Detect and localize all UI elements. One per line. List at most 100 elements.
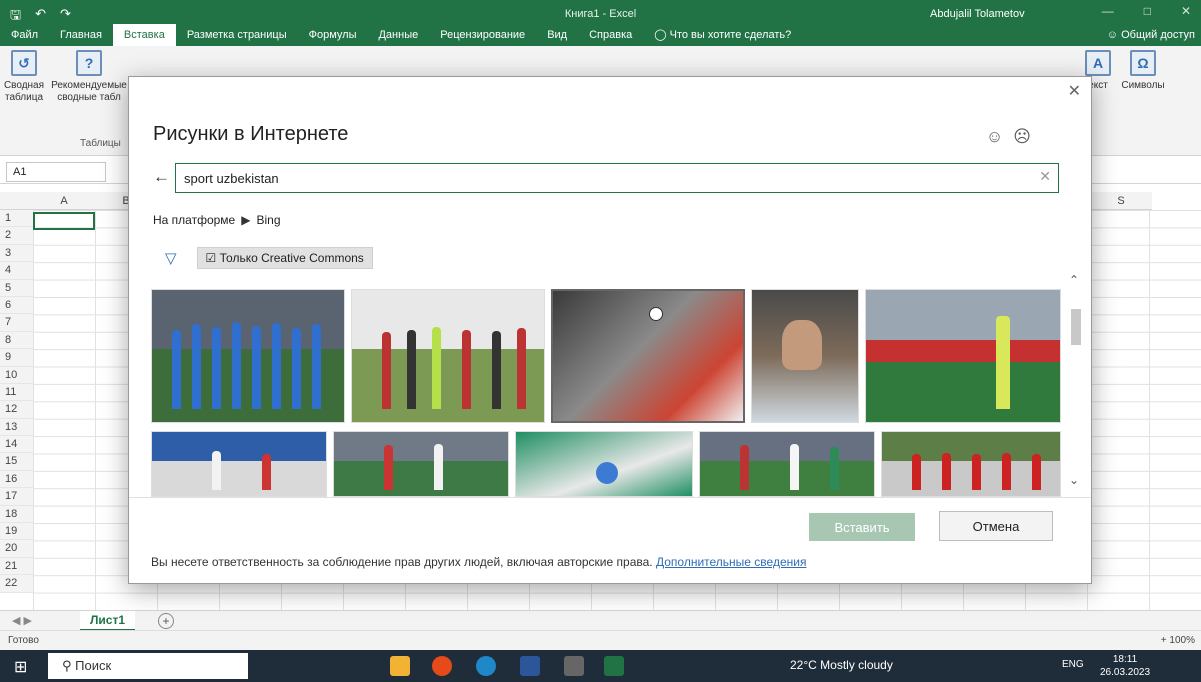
row-header[interactable]: 2 <box>0 227 33 245</box>
smile-icon[interactable]: ☺ <box>986 127 1003 147</box>
word-icon[interactable] <box>520 656 540 676</box>
back-arrow-icon[interactable]: ← <box>153 167 170 187</box>
row-header[interactable]: 5 <box>0 279 33 297</box>
row-header[interactable]: 6 <box>0 296 33 315</box>
online-pictures-dialog: ✕ Рисунки в Интернете ☺ ☹ ← ✕ На платфор… <box>128 76 1092 584</box>
share-button[interactable]: ☺ Общий доступ <box>1107 24 1195 46</box>
results-scrollbar[interactable]: ⌃ ⌄ <box>1069 273 1083 487</box>
tab-help[interactable]: Справка <box>578 24 643 46</box>
insert-button[interactable]: Вставить <box>809 513 915 541</box>
lightbulb-icon: ◯ <box>654 29 670 41</box>
taskbar-search[interactable]: ⚲ Поиск <box>48 653 248 679</box>
symbols-label: Символы <box>1121 80 1165 91</box>
tab-view[interactable]: Вид <box>536 24 578 46</box>
file-explorer-icon[interactable] <box>390 656 410 676</box>
edge-icon[interactable] <box>476 656 496 676</box>
tab-home[interactable]: Главная <box>49 24 113 46</box>
row-header[interactable]: 18 <box>0 505 33 524</box>
image-result-6[interactable] <box>151 431 327 497</box>
tab-formulas[interactable]: Формулы <box>298 24 368 46</box>
sheet-tab[interactable]: Лист1 <box>80 611 136 631</box>
row-header[interactable]: 17 <box>0 488 33 506</box>
row-header[interactable]: 13 <box>0 418 33 437</box>
image-result-5[interactable] <box>865 289 1061 423</box>
search-input[interactable] <box>175 163 1059 193</box>
selected-cell[interactable] <box>33 212 95 230</box>
row-header[interactable]: 11 <box>0 383 33 402</box>
user-name[interactable]: Abdujalil Tolametov <box>930 8 1025 20</box>
row-header[interactable]: 12 <box>0 401 33 419</box>
row-header[interactable]: 4 <box>0 262 33 280</box>
frown-icon[interactable]: ☹ <box>1013 127 1031 147</box>
row-header[interactable]: 8 <box>0 331 33 350</box>
scroll-thumb[interactable] <box>1071 309 1081 345</box>
row-header[interactable]: 14 <box>0 436 33 454</box>
row-header[interactable]: 19 <box>0 523 33 541</box>
row-header[interactable]: 9 <box>0 349 33 367</box>
image-result-3[interactable] <box>551 289 745 423</box>
pivot-table-button[interactable]: ↺ Сводная таблица <box>2 50 46 104</box>
row-header[interactable]: 22 <box>0 575 33 593</box>
image-result-4[interactable] <box>751 289 859 423</box>
image-result-7[interactable] <box>333 431 509 497</box>
recommended-pivot-button[interactable]: ? Рекомендуемые сводные табл <box>50 50 128 104</box>
copyright-notice: Вы несете ответственность за соблюдение … <box>151 555 806 569</box>
row-header[interactable]: 10 <box>0 366 33 384</box>
column-header-s[interactable]: S <box>1090 192 1152 210</box>
sheet-nav-icon[interactable]: ◀ ▶ <box>12 614 32 627</box>
clear-icon[interactable]: ✕ <box>1039 168 1051 185</box>
close-window-icon[interactable]: ✕ <box>1181 4 1191 18</box>
row-header[interactable]: 20 <box>0 540 33 558</box>
learn-more-link[interactable]: Дополнительные сведения <box>656 555 806 569</box>
image-result-10[interactable] <box>881 431 1061 497</box>
cc-filter-label: Только Creative Commons <box>219 251 364 265</box>
ribbon-group-caption: Таблицы <box>80 138 121 149</box>
symbols-button[interactable]: Ω Символы <box>1118 50 1168 92</box>
select-all-corner[interactable] <box>0 192 33 210</box>
tell-me-label: Что вы хотите сделать? <box>669 29 792 41</box>
pivot-table-label: Сводная таблица <box>3 80 45 103</box>
row-header[interactable]: 21 <box>0 557 33 576</box>
bing-logo-icon: ▶ <box>241 213 251 227</box>
image-result-2[interactable] <box>351 289 545 423</box>
zoom-level[interactable]: + 100% <box>1161 635 1195 646</box>
minimize-icon[interactable]: — <box>1102 4 1114 18</box>
close-icon[interactable]: ✕ <box>1068 81 1081 101</box>
filter-icon[interactable]: ▽ <box>165 249 177 267</box>
language-indicator[interactable]: ENG <box>1062 659 1084 670</box>
column-header-a[interactable]: A <box>33 192 95 210</box>
windows-start-icon[interactable]: ⊞ <box>14 657 27 677</box>
row-header[interactable]: 15 <box>0 453 33 471</box>
app-icon[interactable] <box>564 656 584 676</box>
maximize-icon[interactable]: □ <box>1144 4 1151 18</box>
creative-commons-filter[interactable]: ☑ Только Creative Commons <box>196 247 373 269</box>
status-bar: Готово + 100% <box>0 630 1201 650</box>
tab-file[interactable]: Файл <box>0 24 49 46</box>
clock-time: 18:11 <box>1112 654 1138 665</box>
tell-me-search[interactable]: ◯ Что вы хотите сделать? <box>643 24 802 46</box>
name-box[interactable]: A1 <box>6 162 106 182</box>
pivot-table-icon: ↺ <box>11 50 37 76</box>
chevron-down-icon[interactable]: ⌄ <box>1069 473 1079 487</box>
cancel-button[interactable]: Отмена <box>939 511 1053 541</box>
chevron-up-icon[interactable]: ⌃ <box>1069 273 1079 287</box>
clock[interactable]: 18:11 26.03.2023 <box>1100 653 1150 679</box>
row-header[interactable]: 7 <box>0 314 33 332</box>
tab-insert[interactable]: Вставка <box>112 24 176 46</box>
row-header[interactable]: 16 <box>0 470 33 489</box>
excel-icon[interactable] <box>604 656 624 676</box>
copyright-text: Вы несете ответственность за соблюдение … <box>151 555 653 569</box>
row-header[interactable]: 3 <box>0 244 33 263</box>
image-result-8[interactable] <box>515 431 693 497</box>
chrome-icon[interactable] <box>432 656 452 676</box>
search-row: ← ✕ <box>153 163 1059 193</box>
row-header[interactable]: 1 <box>0 210 33 228</box>
tab-data[interactable]: Данные <box>367 24 429 46</box>
tab-page-layout[interactable]: Разметка страницы <box>176 24 298 46</box>
platform-line: На платформе ▶ Bing <box>153 213 281 227</box>
image-result-1[interactable] <box>151 289 345 423</box>
tab-review[interactable]: Рецензирование <box>429 24 536 46</box>
image-result-9[interactable] <box>699 431 875 497</box>
add-sheet-icon[interactable]: + <box>158 613 174 629</box>
weather-widget[interactable]: 22°C Mostly cloudy <box>790 658 893 672</box>
